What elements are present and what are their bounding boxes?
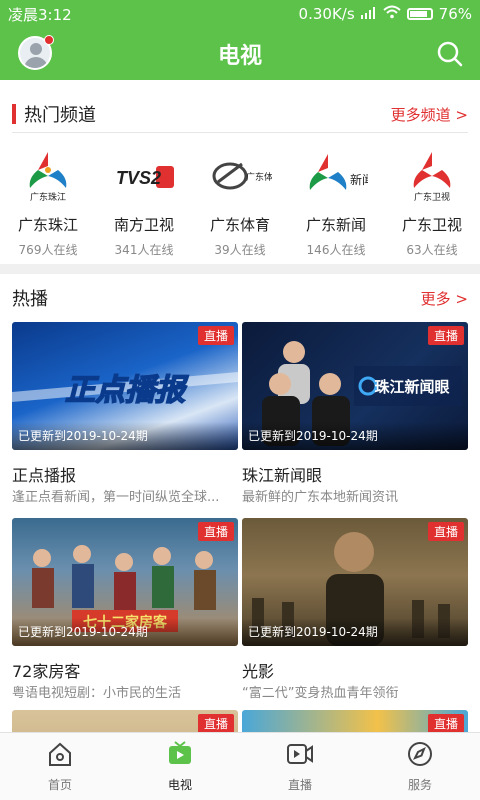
program-card-partial-right[interactable]: 直播 [242, 710, 468, 732]
hot-play-title: 热播 [12, 289, 48, 310]
status-bar: 凌晨3:12 0.30K/s 76% [0, 0, 480, 28]
tab-tv[interactable]: 电视 [120, 733, 240, 800]
tab-label: 直播 [287, 778, 312, 792]
tvs2-logo: TVS2 [112, 148, 176, 204]
channel-name: 广东体育 [209, 216, 270, 234]
tab-label: 电视 [167, 778, 192, 792]
channel-name: 广东珠江 [17, 216, 78, 234]
channel-item-nanfang[interactable]: TVS2 南方卫视 341人在线 [96, 148, 192, 260]
channel-item-guangdong-news[interactable]: 新闻 广东新闻 146人在线 [288, 148, 384, 260]
battery-icon [406, 8, 433, 20]
search-icon[interactable] [436, 40, 464, 68]
channel-online-count: 39人在线 [214, 243, 266, 257]
hot-channels-title: 热门频道 [24, 105, 96, 126]
program-title: 正点播报 [12, 466, 77, 485]
satellite-logo: 广东卫视 [400, 148, 464, 204]
live-badge: 直播 [197, 714, 234, 732]
tv-icon [166, 740, 194, 772]
program-desc: 逢正点看新闻，第一时间纵览全球... [12, 490, 220, 505]
battery-level: 76% [438, 5, 472, 23]
network-speed: 0.30K/s [298, 5, 355, 23]
signal-icon [360, 5, 377, 23]
bottom-tab-bar: 首页 电视 直播 服务 [0, 732, 480, 800]
tab-live[interactable]: 直播 [240, 733, 360, 800]
tvs2-logo-text: TVS2 [116, 168, 161, 188]
program-thumbnail[interactable]: 七十二家房客 已更新到2019-10-24期 直播 [12, 518, 238, 646]
section-divider [0, 264, 480, 274]
news-logo-text: 新闻 [350, 172, 368, 187]
news-logo: 新闻 [304, 148, 368, 204]
sports-logo: 广东体育 [208, 148, 272, 204]
channel-list: 广东珠江 广东珠江 769人在线 TVS2 南方卫视 341人在线 广东体育 广… [0, 148, 480, 260]
channel-name: 南方卫视 [113, 216, 174, 234]
zhujiang-logo-text: 广东珠江 [30, 191, 66, 203]
tab-service[interactable]: 服务 [360, 733, 480, 800]
program-title: 72家房客 [12, 662, 81, 681]
channel-online-count: 63人在线 [406, 243, 458, 257]
hot-play-header: 热播 更多 > [0, 278, 480, 318]
zhujiang-logo: 广东珠江 [16, 148, 80, 204]
live-badge: 直播 [197, 326, 234, 345]
program-thumbnail[interactable]: 珠江新闻眼 已更新到2019-10-24期 直播 [242, 322, 468, 450]
hot-channels-header: 热门频道 更多频道 > [0, 94, 480, 134]
home-icon [46, 740, 74, 772]
section-accent-bar [12, 104, 16, 124]
program-thumbnail[interactable]: 直播 [242, 710, 468, 732]
live-badge: 直播 [427, 326, 464, 345]
program-title: 光影 [242, 662, 275, 681]
sports-logo-text: 广东体育 [246, 171, 272, 183]
status-time: 凌晨3:12 [8, 5, 72, 24]
thumb-title-text: 正点播报 [65, 373, 189, 408]
live-badge: 直播 [427, 714, 464, 732]
tab-label: 首页 [47, 778, 72, 792]
compass-icon [406, 740, 434, 772]
program-thumbnail[interactable]: 正点播报 已更新到2019-10-24期 直播 [12, 322, 238, 450]
live-badge: 直播 [197, 522, 234, 541]
wifi-icon [382, 5, 401, 23]
channel-item-guangdong-satellite[interactable]: 广东卫视 广东卫视 63人在线 [384, 148, 480, 260]
program-title: 珠江新闻眼 [242, 466, 323, 485]
update-info: 已更新到2019-10-24期 [18, 625, 148, 639]
channel-online-count: 769人在线 [18, 243, 78, 257]
divider [12, 132, 468, 133]
page-title: 电视 [217, 44, 262, 69]
update-info: 已更新到2019-10-24期 [248, 625, 378, 639]
app-bar: 电视 [0, 28, 480, 80]
program-desc: 粤语电视短剧：小市民的生活 [12, 686, 182, 701]
channel-online-count: 146人在线 [306, 243, 366, 257]
update-info: 已更新到2019-10-24期 [18, 429, 148, 443]
notification-dot [44, 35, 54, 45]
more-channels-link[interactable]: 更多频道 > [391, 104, 468, 125]
program-desc: “富二代”变身热血青年领衔 [242, 686, 399, 701]
channel-item-guangdong-sports[interactable]: 广东体育 广东体育 39人在线 [192, 148, 288, 260]
channel-name: 广东卫视 [401, 216, 462, 234]
more-programs-link[interactable]: 更多 > [421, 288, 468, 309]
thumb-title-text: 珠江新闻眼 [374, 378, 449, 396]
program-thumbnail[interactable]: 直播 [12, 710, 238, 732]
channel-name: 广东新闻 [305, 216, 366, 234]
satellite-logo-text: 广东卫视 [414, 191, 450, 203]
program-thumbnail[interactable]: 已更新到2019-10-24期 直播 [242, 518, 468, 646]
tab-label: 服务 [407, 778, 432, 792]
program-card-partial-left[interactable]: 直播 [12, 710, 238, 732]
tab-home[interactable]: 首页 [0, 733, 120, 800]
channel-online-count: 341人在线 [114, 243, 174, 257]
live-badge: 直播 [427, 522, 464, 541]
program-desc: 最新鲜的广东本地新闻资讯 [242, 490, 399, 505]
update-info: 已更新到2019-10-24期 [248, 429, 378, 443]
channel-item-guangdong-zhujiang[interactable]: 广东珠江 广东珠江 769人在线 [0, 148, 96, 260]
video-camera-icon [285, 740, 315, 772]
